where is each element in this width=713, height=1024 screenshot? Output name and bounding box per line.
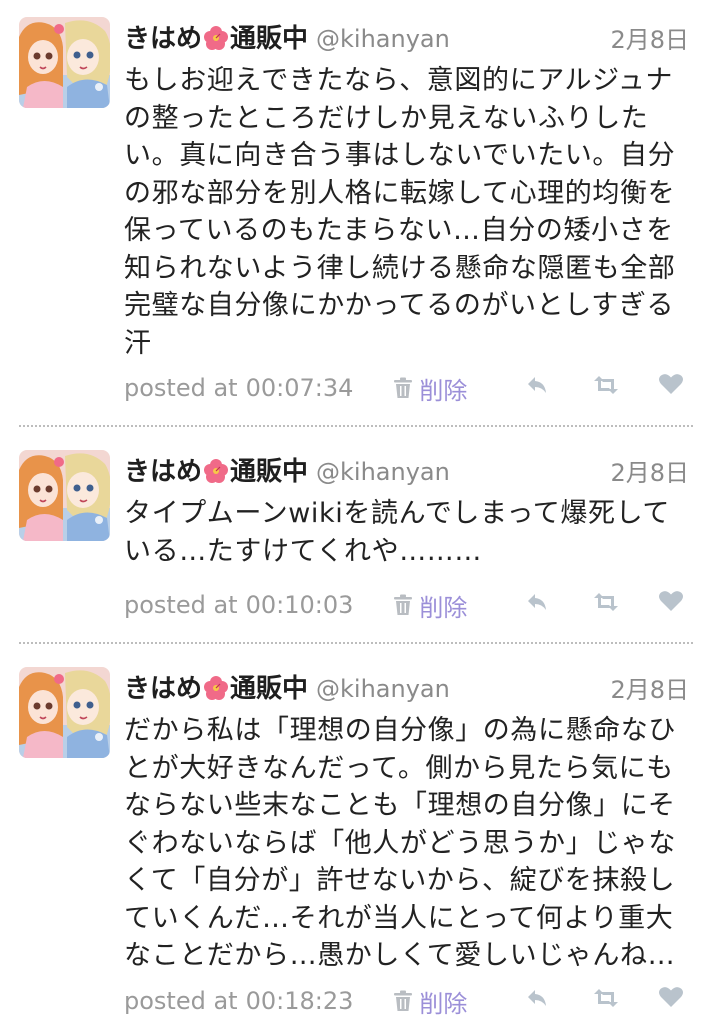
delete-link[interactable]: 削除 xyxy=(419,984,467,1019)
heart-icon[interactable] xyxy=(658,590,684,612)
tweet-meta: posted at 00:18:23 削除 xyxy=(124,983,467,1019)
author-line: きはめ 通販中 @kihanyan xyxy=(124,18,450,54)
tweet: きはめ 通販中 @kihanyan 2月8日 タイプムーンwikiを読んでしまって… xyxy=(0,433,713,643)
tweet-text-line: とが大好きなんだって。側から見たら気にも xyxy=(124,752,674,784)
tweet-text-line: い。真に向き合う事はしないでいたい。自分 xyxy=(124,140,676,171)
posted-at: posted at 00:10:03 xyxy=(124,591,353,619)
trash-icon[interactable] xyxy=(393,990,413,1012)
posted-time[interactable]: 00:18:23 xyxy=(246,987,354,1015)
display-name[interactable]: きはめ 通販中 xyxy=(124,18,308,55)
delete-link[interactable]: 削除 xyxy=(419,588,467,623)
trash-icon[interactable] xyxy=(393,377,413,399)
avatar[interactable] xyxy=(19,17,110,108)
posted-label: posted at xyxy=(124,987,238,1015)
posted-time[interactable]: 00:07:34 xyxy=(246,374,354,402)
posted-at: posted at 00:18:23 xyxy=(124,987,353,1015)
delete-link[interactable]: 削除 xyxy=(419,371,467,406)
tweet-text-line: 完璧な自分像にかかってるのがいとしすぎる xyxy=(124,290,675,321)
retweet-icon[interactable] xyxy=(593,592,619,612)
tweet-meta: posted at 00:07:34 削除 xyxy=(124,370,467,406)
divider xyxy=(19,642,693,644)
tweet-text-line: もしお迎えできたなら、意図的にアルジュナ xyxy=(124,65,674,96)
tweet-text-line: タイプムーンwikiを読んでしまって爆死して xyxy=(124,498,670,529)
hibiscus-icon xyxy=(203,675,229,701)
tweet-text: だから私は「理想の自分像」の為に懸命なひ とが大好きなんだって。側から見たら気に… xyxy=(124,712,694,975)
tweet: きはめ 通販中 @kihanyan 2月8日 だから私は「理想の自分像」の為に懸命… xyxy=(0,650,713,1024)
display-name-part: きはめ xyxy=(124,457,203,487)
author-line: きはめ 通販中 @kihanyan xyxy=(124,451,450,487)
user-handle[interactable]: @kihanyan xyxy=(316,458,450,486)
heart-icon[interactable] xyxy=(658,373,684,395)
display-name-part: きはめ xyxy=(124,24,203,54)
tweet-text: タイプムーンwikiを読んでしまって爆死して いる…たすけてくれや……… xyxy=(124,495,694,570)
retweet-icon[interactable] xyxy=(593,375,619,395)
display-name[interactable]: きはめ 通販中 xyxy=(124,668,308,705)
display-name-part: 通販中 xyxy=(230,457,309,487)
tweet-text-line: ていくんだ…それが当人にとって何より重大 xyxy=(124,902,674,934)
tweet-date[interactable]: 2月8日 xyxy=(610,20,689,55)
display-name-part: 通販中 xyxy=(230,674,309,704)
divider xyxy=(19,425,693,427)
tweet-text-line: の整ったところだけしか見えないふりした xyxy=(124,102,649,134)
tweet-text-line: ならない些末なことも「理想の自分像」にそ xyxy=(124,790,676,821)
tweet-text: もしお迎えできたなら、意図的にアルジュナ の整ったところだけしか見えないふりした… xyxy=(124,62,694,362)
avatar[interactable] xyxy=(19,450,110,541)
tweet-text-line: 保っているのもたまらない…自分の矮小さを xyxy=(124,215,674,246)
tweet-text-line: だから私は「理想の自分像」の為に懸命なひ xyxy=(124,715,676,746)
tweet-text-line: 知られないよう律し続ける懸命な隠匿も全部 xyxy=(124,252,676,284)
posted-label: posted at xyxy=(124,374,238,402)
reply-icon[interactable] xyxy=(526,988,548,1008)
tweet-text-line: なことだから…愚かしくて愛しいじゃんね… xyxy=(124,940,676,971)
tweet-date[interactable]: 2月8日 xyxy=(610,453,689,488)
heart-icon[interactable] xyxy=(658,986,684,1008)
posted-time[interactable]: 00:10:03 xyxy=(246,591,354,619)
display-name-part: きはめ xyxy=(124,674,203,704)
posted-at: posted at 00:07:34 xyxy=(124,374,353,402)
user-handle[interactable]: @kihanyan xyxy=(316,25,450,53)
tweet-text-line: くて「自分が」許せないから、綻びを抹殺し xyxy=(124,865,676,896)
author-line: きはめ 通販中 @kihanyan xyxy=(124,668,450,704)
tweet: きはめ 通販中 @kihanyan 2月8日 もしお迎えできたなら、意図的にアルジ… xyxy=(0,0,713,425)
tweet-date[interactable]: 2月8日 xyxy=(610,670,689,705)
posted-label: posted at xyxy=(124,591,238,619)
tweet-text-line: 汗 xyxy=(124,327,152,359)
tweet-text-line: の邪な部分を別人格に転嫁して心理的均衡を xyxy=(124,177,676,209)
reply-icon[interactable] xyxy=(526,375,548,395)
trash-icon[interactable] xyxy=(393,594,413,616)
avatar[interactable] xyxy=(19,667,110,758)
display-name-part: 通販中 xyxy=(230,24,309,54)
hibiscus-icon xyxy=(203,25,229,51)
tweet-text-line: いる…たすけてくれや……… xyxy=(124,535,482,567)
reply-icon[interactable] xyxy=(526,592,548,612)
retweet-icon[interactable] xyxy=(593,988,619,1008)
tweet-meta: posted at 00:10:03 削除 xyxy=(124,587,467,623)
hibiscus-icon xyxy=(203,458,229,484)
tweet-text-line: ぐわないならば「他人がどう思うか」じゃな xyxy=(124,827,676,859)
display-name[interactable]: きはめ 通販中 xyxy=(124,451,308,488)
user-handle[interactable]: @kihanyan xyxy=(316,675,450,703)
